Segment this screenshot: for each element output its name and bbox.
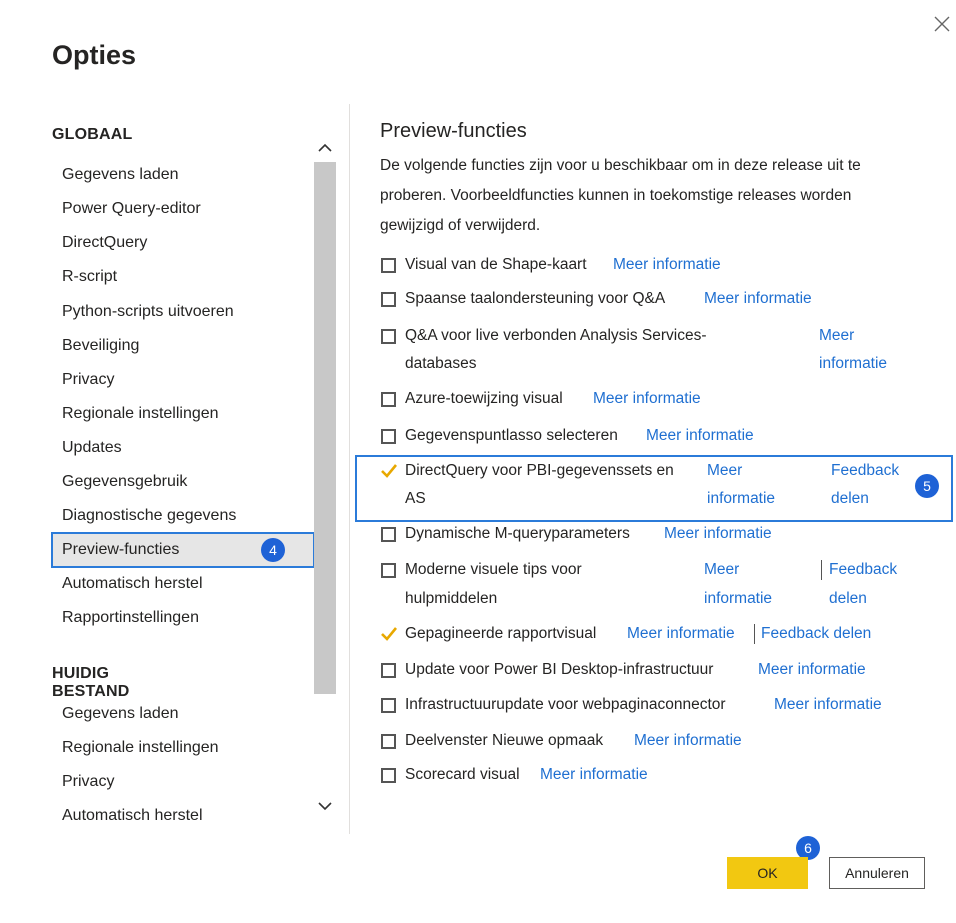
feature-feedback-directquery-pbi-line1[interactable]: Feedback — [831, 461, 899, 481]
cancel-button[interactable]: Annuleren — [829, 857, 925, 889]
ok-button[interactable]: OK — [727, 857, 808, 889]
feature-checkbox-azure-map[interactable] — [381, 392, 396, 407]
feature-link-format-pane[interactable]: Meer informatie — [634, 731, 742, 751]
feature-label-modern-tooltips-line1: Moderne visuele tips voor — [405, 561, 582, 578]
feature-label-directquery-pbi-line2: AS — [405, 490, 426, 507]
scroll-down-chevron-icon[interactable] — [314, 796, 336, 816]
feature-label-directquery-pbi-line1: DirectQuery voor PBI-gegevenssets en — [405, 462, 674, 479]
feature-link-desktop-infra[interactable]: Meer informatie — [758, 660, 866, 680]
nav-item-file-privacy[interactable]: Privacy — [52, 765, 314, 799]
nav-item-r-script[interactable]: R-script — [52, 260, 314, 294]
feature-label-lasso-select: Gegevenspuntlasso selecteren — [405, 427, 618, 444]
options-dialog: Opties GLOBAAL Gegevens laden Power Quer… — [0, 0, 956, 923]
feature-checkbox-scorecard[interactable] — [381, 768, 396, 783]
feature-feedback-modern-tooltips-line1[interactable]: Feedback — [829, 560, 897, 580]
scroll-up-chevron-icon[interactable] — [314, 138, 336, 158]
section-description: De volgende functies zijn voor u beschik… — [380, 157, 861, 234]
feature-link-modern-tooltips-line1[interactable]: Meer — [704, 560, 739, 580]
feature-label-shape-map: Visual van de Shape-kaart — [405, 256, 587, 273]
nav-item-file-regionale-instellingen[interactable]: Regionale instellingen — [52, 731, 314, 765]
nav-item-automatisch-herstel[interactable]: Automatisch herstel — [52, 567, 314, 601]
feature-feedback-paginated-report[interactable]: Feedback delen — [761, 624, 871, 644]
feature-checkbox-format-pane[interactable] — [381, 734, 396, 749]
feature-label-modern-tooltips-line2: hulpmiddelen — [405, 590, 498, 607]
nav-item-regionale-instellingen[interactable]: Regionale instellingen — [52, 397, 314, 431]
feature-checkbox-paginated-report[interactable] — [381, 627, 398, 642]
feature-link-directquery-pbi-line1[interactable]: Meer — [707, 461, 742, 481]
close-icon[interactable] — [932, 14, 952, 34]
step-marker-5: 5 — [915, 474, 939, 498]
feature-label-web-connector: Infrastructuurupdate voor webpaginaconne… — [405, 696, 726, 713]
feature-checkbox-dynamic-m-params[interactable] — [381, 527, 396, 542]
feature-label-qa-live-as-line2: databases — [405, 355, 477, 372]
nav-item-file-gegevens-laden[interactable]: Gegevens laden — [52, 697, 314, 731]
feature-checkbox-qa-live-as[interactable] — [381, 329, 396, 344]
nav-item-directquery[interactable]: DirectQuery — [52, 226, 314, 260]
feature-checkbox-lasso-select[interactable] — [381, 429, 396, 444]
nav-heading-global: GLOBAAL — [52, 126, 133, 143]
feature-checkbox-spanish-qa[interactable] — [381, 292, 396, 307]
nav-item-file-automatisch-herstel[interactable]: Automatisch herstel — [52, 799, 314, 833]
link-separator — [754, 624, 755, 644]
panel-divider — [349, 104, 350, 834]
nav-item-rapportinstellingen[interactable]: Rapportinstellingen — [52, 601, 314, 635]
nav-scrollbar-thumb[interactable] — [314, 162, 336, 694]
feature-label-dynamic-m-params: Dynamische M-queryparameters — [405, 525, 630, 542]
feature-link-dynamic-m-params[interactable]: Meer informatie — [664, 524, 772, 544]
nav-item-beveiliging[interactable]: Beveiliging — [52, 329, 314, 363]
feature-checkbox-web-connector[interactable] — [381, 698, 396, 713]
feature-feedback-modern-tooltips-line2[interactable]: delen — [829, 589, 867, 609]
feature-link-paginated-report[interactable]: Meer informatie — [627, 624, 735, 644]
section-title: Preview-functies — [380, 120, 527, 142]
feature-checkbox-desktop-infra[interactable] — [381, 663, 396, 678]
feature-link-azure-map[interactable]: Meer informatie — [593, 389, 701, 409]
nav-item-updates[interactable]: Updates — [52, 431, 314, 465]
nav-heading-huidig-bestand: HUIDIG BESTAND — [52, 665, 130, 700]
nav-item-privacy[interactable]: Privacy — [52, 363, 314, 397]
feature-checkbox-directquery-pbi[interactable] — [381, 464, 398, 479]
feature-link-modern-tooltips-line2[interactable]: informatie — [704, 589, 772, 609]
feature-label-azure-map: Azure-toewijzing visual — [405, 390, 563, 407]
feature-link-web-connector[interactable]: Meer informatie — [774, 695, 882, 715]
nav-item-diagnostische-gegevens[interactable]: Diagnostische gegevens — [52, 499, 314, 533]
step-marker-4: 4 — [261, 538, 285, 562]
feature-link-scorecard[interactable]: Meer informatie — [540, 765, 648, 785]
feature-link-qa-live-as-line2[interactable]: informatie — [819, 354, 887, 374]
feature-checkbox-shape-map[interactable] — [381, 258, 396, 273]
feature-label-qa-live-as-line1: Q&A voor live verbonden Analysis Service… — [405, 327, 707, 344]
dialog-title: Opties — [52, 40, 137, 70]
feature-label-format-pane: Deelvenster Nieuwe opmaak — [405, 732, 604, 749]
feature-link-shape-map[interactable]: Meer informatie — [613, 255, 721, 275]
nav-item-power-query-editor[interactable]: Power Query-editor — [52, 192, 314, 226]
nav-item-gegevens-laden[interactable]: Gegevens laden — [52, 158, 314, 192]
nav-item-python-scripts[interactable]: Python-scripts uitvoeren — [52, 295, 314, 329]
feature-checkbox-modern-tooltips[interactable] — [381, 563, 396, 578]
feature-label-paginated-report: Gepagineerde rapportvisual — [405, 625, 597, 642]
feature-label-scorecard: Scorecard visual — [405, 766, 520, 783]
feature-link-lasso-select[interactable]: Meer informatie — [646, 426, 754, 446]
feature-link-qa-live-as-line1[interactable]: Meer — [819, 326, 854, 346]
link-separator — [821, 560, 822, 580]
feature-link-directquery-pbi-line2[interactable]: informatie — [707, 489, 775, 509]
nav-item-gegevensgebruik[interactable]: Gegevensgebruik — [52, 465, 314, 499]
feature-link-spanish-qa[interactable]: Meer informatie — [704, 289, 812, 309]
feature-label-spanish-qa: Spaanse taalondersteuning voor Q&A — [405, 290, 666, 307]
feature-label-desktop-infra: Update voor Power BI Desktop-infrastruct… — [405, 661, 714, 678]
feature-feedback-directquery-pbi-line2[interactable]: delen — [831, 489, 869, 509]
